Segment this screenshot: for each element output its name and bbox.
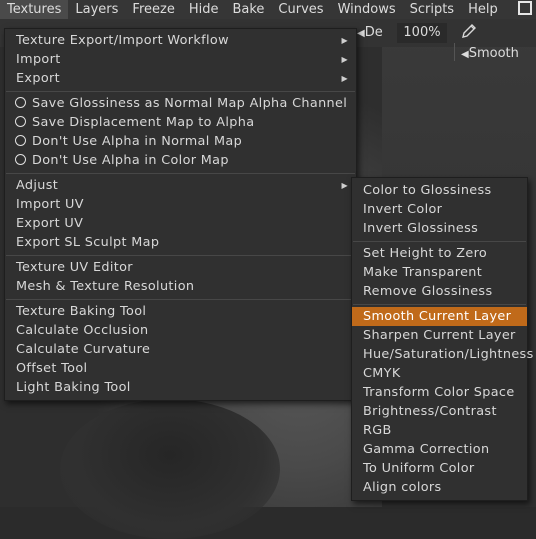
submenu-item-gamma-correction[interactable]: Gamma Correction xyxy=(352,440,527,459)
menu-curves[interactable]: Curves xyxy=(271,0,330,19)
textures-menu: Texture Export/Import Workflow ▶ Import ▶ … xyxy=(4,28,357,401)
menu-item-label: Texture Baking Tool xyxy=(16,304,147,319)
menu-scripts[interactable]: Scripts xyxy=(403,0,461,19)
menu-separator xyxy=(353,304,526,305)
menu-item-label: Offset Tool xyxy=(16,361,88,376)
submenu-item-smooth-current-layer[interactable]: Smooth Current Layer xyxy=(352,307,527,326)
menu-textures[interactable]: Textures xyxy=(0,0,69,19)
menu-separator xyxy=(353,241,526,242)
submenu-item-hue-saturation-lightness[interactable]: Hue/Saturation/Lightness xyxy=(352,345,533,364)
menu-item-label: Export UV xyxy=(16,216,84,231)
menu-separator xyxy=(6,299,355,300)
menu-item-export[interactable]: Export ▶ xyxy=(5,69,356,88)
menu-item-import-uv[interactable]: Import UV xyxy=(5,195,356,214)
toolbar-divider xyxy=(454,43,455,61)
menu-item-label: Export xyxy=(16,71,60,86)
submenu-item-rgb[interactable]: RGB xyxy=(352,421,527,440)
menu-item-label: Don't Use Alpha in Normal Map xyxy=(32,134,243,149)
viewport-shadow xyxy=(60,399,280,539)
menu-item-mesh-texture-resolution[interactable]: Mesh & Texture Resolution xyxy=(5,277,356,296)
menu-item-label: Mesh & Texture Resolution xyxy=(16,279,195,294)
menu-item-import[interactable]: Import ▶ xyxy=(5,50,356,69)
menu-item-label: Texture Export/Import Workflow xyxy=(16,33,229,48)
menu-item-texture-uv-editor[interactable]: Texture UV Editor xyxy=(5,258,356,277)
submenu-item-align-colors[interactable]: Align colors xyxy=(352,478,527,497)
submenu-item-color-to-glossiness[interactable]: Color to Glossiness xyxy=(352,181,527,200)
de-label: De xyxy=(364,25,383,40)
menu-item-label: Export SL Sculpt Map xyxy=(16,235,160,250)
menu-item-no-alpha-color[interactable]: Don't Use Alpha in Color Map xyxy=(5,151,356,170)
radio-icon xyxy=(15,116,26,127)
menu-item-export-uv[interactable]: Export UV xyxy=(5,214,356,233)
menu-hide[interactable]: Hide xyxy=(182,0,226,19)
menu-item-export-sl-sculpt-map[interactable]: Export SL Sculpt Map xyxy=(5,233,356,252)
menu-item-calculate-occlusion[interactable]: Calculate Occlusion xyxy=(5,321,356,340)
menu-windows[interactable]: Windows xyxy=(331,0,403,19)
menu-item-label: Light Baking Tool xyxy=(16,380,131,395)
submenu-item-invert-glossiness[interactable]: Invert Glossiness xyxy=(352,219,527,238)
menu-item-label: Don't Use Alpha in Color Map xyxy=(32,153,229,168)
pencil-icon xyxy=(462,24,476,38)
square-checkbox-icon[interactable] xyxy=(518,1,532,15)
menu-item-label: Adjust xyxy=(16,178,59,193)
submenu-arrow-icon: ▶ xyxy=(341,74,348,83)
menu-separator xyxy=(6,255,355,256)
menu-separator xyxy=(6,173,355,174)
submenu-arrow-icon: ▶ xyxy=(341,55,348,64)
menu-item-adjust[interactable]: Adjust ▶ xyxy=(5,176,356,195)
submenu-arrow-icon: ▶ xyxy=(341,181,348,190)
submenu-item-brightness-contrast[interactable]: Brightness/Contrast xyxy=(352,402,527,421)
menu-bar: Textures Layers Freeze Hide Bake Curves … xyxy=(0,0,536,19)
menu-item-label: Import UV xyxy=(16,197,84,212)
submenu-item-sharpen-current-layer[interactable]: Sharpen Current Layer xyxy=(352,326,527,345)
radio-icon xyxy=(15,97,26,108)
menu-item-label: Save Glossiness as Normal Map Alpha Chan… xyxy=(32,96,348,111)
submenu-item-make-transparent[interactable]: Make Transparent xyxy=(352,263,527,282)
menu-item-save-glossiness[interactable]: Save Glossiness as Normal Map Alpha Chan… xyxy=(5,94,356,113)
menu-layers[interactable]: Layers xyxy=(68,0,125,19)
menu-item-save-displacement[interactable]: Save Displacement Map to Alpha xyxy=(5,113,356,132)
submenu-item-invert-color[interactable]: Invert Color xyxy=(352,200,527,219)
menu-item-texture-baking-tool[interactable]: Texture Baking Tool xyxy=(5,302,356,321)
menu-item-label: Calculate Curvature xyxy=(16,342,151,357)
submenu-item-remove-glossiness[interactable]: Remove Glossiness xyxy=(352,282,527,301)
left-arrow-icon: ◀ xyxy=(461,49,469,60)
menu-item-calculate-curvature[interactable]: Calculate Curvature xyxy=(5,340,356,359)
menu-item-label: Calculate Occlusion xyxy=(16,323,149,338)
menu-item-label: Texture UV Editor xyxy=(16,260,133,275)
adjust-submenu: Color to Glossiness Invert Color Invert … xyxy=(351,177,533,501)
radio-icon xyxy=(15,154,26,165)
menu-item-label: Import xyxy=(16,52,61,67)
menu-freeze[interactable]: Freeze xyxy=(125,0,181,19)
radio-icon xyxy=(15,135,26,146)
smooth-brush-selector[interactable]: ◀Smooth xyxy=(461,23,536,61)
menu-item-light-baking-tool[interactable]: Light Baking Tool xyxy=(5,378,356,397)
menu-item-label: Save Displacement Map to Alpha xyxy=(32,115,255,130)
submenu-item-set-height-zero[interactable]: Set Height to Zero xyxy=(352,244,527,263)
menu-item-texture-export-import-workflow[interactable]: Texture Export/Import Workflow ▶ xyxy=(5,31,356,50)
menu-item-no-alpha-normal[interactable]: Don't Use Alpha in Normal Map xyxy=(5,132,356,151)
menu-bake[interactable]: Bake xyxy=(225,0,271,19)
submenu-item-to-uniform-color[interactable]: To Uniform Color xyxy=(352,459,527,478)
left-arrow-icon: ◀ xyxy=(357,28,365,39)
submenu-arrow-icon: ▶ xyxy=(341,36,348,45)
submenu-item-transform-color-space[interactable]: Transform Color Space xyxy=(352,383,527,402)
zoom-percent-field[interactable]: 100% xyxy=(397,23,447,43)
menu-separator xyxy=(6,91,355,92)
de-dropdown[interactable]: ◀De xyxy=(357,23,383,43)
submenu-item-cmyk[interactable]: CMYK xyxy=(352,364,527,383)
menu-item-offset-tool[interactable]: Offset Tool xyxy=(5,359,356,378)
menu-help[interactable]: Help xyxy=(461,0,505,19)
smooth-label: Smooth xyxy=(468,46,519,61)
